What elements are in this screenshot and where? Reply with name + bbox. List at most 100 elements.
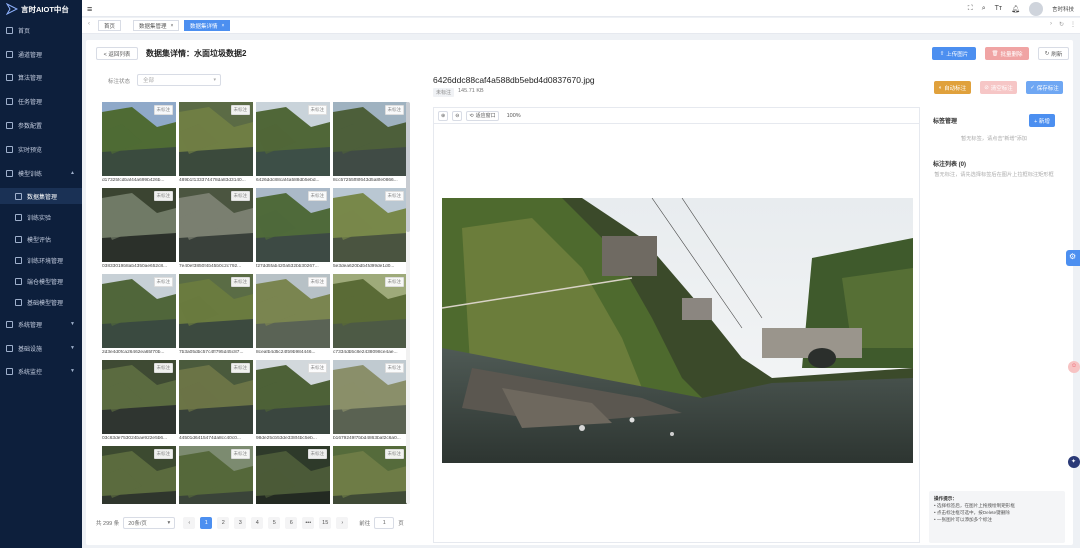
image-card[interactable]: 未标注 489b1f133374478da83d3140...	[179, 102, 253, 187]
page-button[interactable]: 2	[217, 517, 230, 529]
image-thumbnail[interactable]: 未标注	[333, 360, 407, 434]
image-thumbnail[interactable]: 未标注	[256, 102, 330, 176]
image-thumbnail[interactable]: 未标注	[102, 446, 176, 504]
image-thumbnail[interactable]: 未标注	[102, 188, 176, 262]
image-card[interactable]: 未标注	[256, 446, 330, 504]
status-filter-select[interactable]: 全部 ▾	[137, 74, 221, 86]
image-card[interactable]: 未标注	[333, 446, 407, 504]
image-card[interactable]: 未标注 8ceafb4d5c24fb9b984446...	[256, 274, 330, 359]
sidebar-item-infra[interactable]: 基础设施 ▼	[0, 340, 82, 356]
sidebar-item-experiment[interactable]: 训练实验	[0, 209, 82, 225]
sidebar-item-system[interactable]: 系统管理 ▼	[0, 316, 82, 332]
image-thumbnail[interactable]: 未标注	[333, 446, 407, 504]
zoom-in-button[interactable]: ⊕	[438, 110, 449, 121]
menu-toggle-icon[interactable]: ≡	[87, 4, 92, 14]
back-button[interactable]: < 返回列表	[96, 47, 138, 60]
sidebar-item-dataset[interactable]: 数据集管理	[0, 188, 82, 204]
page-ellipsis[interactable]: •••	[302, 517, 315, 529]
image-thumbnail[interactable]: 未标注	[333, 102, 407, 176]
app-logo[interactable]: 言时AIOT中台	[0, 0, 82, 18]
image-card[interactable]: 未标注 8cc57255ff8f643d5a8fe0866...	[333, 102, 407, 187]
fit-window-button[interactable]: ⟲ 适应窗口	[466, 110, 499, 121]
tab-home[interactable]: 首页	[98, 20, 122, 31]
tabs-scroll-right-icon[interactable]: ›	[1050, 21, 1052, 27]
image-thumbnail[interactable]: 未标注	[179, 446, 253, 504]
sidebar-item-evaluate[interactable]: 模型评估	[0, 231, 82, 247]
sidebar-item-base-model[interactable]: 基础模型管理	[0, 294, 82, 310]
image-thumbnail[interactable]: 未标注	[179, 274, 253, 348]
next-page-button[interactable]: ›	[336, 517, 349, 529]
tab-dataset-management[interactable]: 数据集管理 ×	[133, 20, 180, 31]
annotation-canvas[interactable]	[442, 198, 913, 463]
image-thumbnail[interactable]: 未标注	[333, 274, 407, 348]
image-card[interactable]: 未标注 03833019b8ab4350ae652c8...	[102, 188, 176, 273]
settings-float-button[interactable]: ⚙	[1066, 250, 1080, 266]
image-card[interactable]: 未标注 2d3e4d0fca26462ea65f70b...	[102, 274, 176, 359]
image-card[interactable]: 未标注 b1679249f7bbd4863baf2c6a0...	[333, 360, 407, 445]
sidebar-item-env[interactable]: 训练环境管理	[0, 252, 82, 268]
close-icon[interactable]: ×	[222, 23, 225, 29]
page-size-select[interactable]: 20条/页 ▾	[123, 517, 176, 529]
fullscreen-icon[interactable]: ⛶	[968, 5, 973, 13]
image-card[interactable]: 未标注 d17325fcdbaf44a699b426b...	[102, 102, 176, 187]
goto-page-input[interactable]: 1	[374, 517, 395, 529]
image-thumbnail[interactable]: 未标注	[102, 274, 176, 348]
image-card[interactable]: 未标注 7b3a05dbc57c4ff795d45c87...	[179, 274, 253, 359]
prev-page-button[interactable]: ‹	[183, 517, 196, 529]
user-name[interactable]: 言时科技	[1052, 5, 1074, 13]
page-button[interactable]: 3	[234, 517, 247, 529]
image-card[interactable]: 未标注	[102, 446, 176, 504]
sidebar-item-preview[interactable]: 实时预览	[0, 141, 82, 157]
tabs-menu-icon[interactable]: ⋮	[1070, 21, 1076, 28]
search-icon[interactable]: ⌕	[982, 5, 986, 13]
image-card[interactable]: 未标注 7e40ef3850f4b45b0c2c792...	[179, 188, 253, 273]
image-thumbnail[interactable]: 未标注	[256, 446, 330, 504]
sidebar-item-params[interactable]: 参数配置	[0, 117, 82, 133]
tab-dataset-detail[interactable]: 数据集详情 ×	[184, 20, 231, 31]
page-button[interactable]: 5	[268, 517, 281, 529]
image-thumbnail[interactable]: 未标注	[256, 274, 330, 348]
image-thumbnail[interactable]: 未标注	[102, 360, 176, 434]
image-card[interactable]: 未标注 03c63de753024bae922e5b6...	[102, 360, 176, 445]
page-button[interactable]: 6	[285, 517, 298, 529]
image-thumbnail[interactable]: 未标注	[256, 188, 330, 262]
tabs-scroll-left-icon[interactable]: ‹	[88, 21, 90, 27]
image-card[interactable]: 未标注 f27dd5fab420a532bb30267...	[256, 188, 330, 273]
upload-button[interactable]: ⇧ 上传图片	[932, 47, 976, 60]
image-thumbnail[interactable]: 未标注	[179, 188, 253, 262]
sidebar-item-edge-model[interactable]: 端仓模型管理	[0, 273, 82, 289]
sidebar-item-home[interactable]: 首页	[0, 22, 82, 38]
page-button[interactable]: 15	[319, 517, 332, 529]
image-card[interactable]: 未标注 6426ddc88caf4a588db5ebd...	[256, 102, 330, 187]
assistant-float-button[interactable]: ✦	[1068, 456, 1080, 468]
image-thumbnail[interactable]: 未标注	[102, 102, 176, 176]
sidebar-item-task[interactable]: 任务管理	[0, 93, 82, 109]
close-icon[interactable]: ×	[171, 23, 174, 29]
sidebar-item-channel[interactable]: 通道管理	[0, 46, 82, 62]
refresh-button[interactable]: ↻ 刷新	[1038, 47, 1069, 60]
batch-delete-button[interactable]: 🗑︎ 批量删除	[985, 47, 1029, 60]
add-label-button[interactable]: + 新增	[1029, 114, 1055, 127]
bell-icon[interactable]: 🔔︎	[1011, 5, 1020, 13]
image-card[interactable]: 未标注 c7334db5c8e2438098ce4ae...	[333, 274, 407, 359]
image-thumbnail[interactable]: 未标注	[256, 360, 330, 434]
page-button[interactable]: 4	[251, 517, 264, 529]
page-button[interactable]: 1	[200, 517, 213, 529]
image-thumbnail[interactable]: 未标注	[179, 360, 253, 434]
scrollbar-thumb[interactable]	[406, 102, 410, 232]
image-thumbnail[interactable]: 未标注	[333, 188, 407, 262]
sidebar-item-monitor[interactable]: 系统监控 ▼	[0, 363, 82, 379]
image-card[interactable]: 未标注	[179, 446, 253, 504]
sidebar-item-algorithm[interactable]: 算法管理	[0, 69, 82, 85]
refresh-tab-icon[interactable]: ↻	[1059, 21, 1064, 28]
image-card[interactable]: 未标注 44501d6415474da8cc40c0...	[179, 360, 253, 445]
image-card[interactable]: 未标注 5e3dea620bdb4fd99de1d0...	[333, 188, 407, 273]
zoom-out-button[interactable]: ⊖	[452, 110, 463, 121]
font-size-icon[interactable]: Tт	[995, 5, 1002, 12]
image-thumbnail[interactable]: 未标注	[179, 102, 253, 176]
sidebar-item-training[interactable]: 模型训练 ▲	[0, 165, 82, 181]
avatar[interactable]	[1028, 1, 1043, 16]
help-float-button[interactable]: ☺	[1068, 361, 1080, 373]
grid-scrollbar[interactable]	[406, 102, 410, 504]
image-card[interactable]: 未标注 98de25cb53de338f4bc5eb...	[256, 360, 330, 445]
